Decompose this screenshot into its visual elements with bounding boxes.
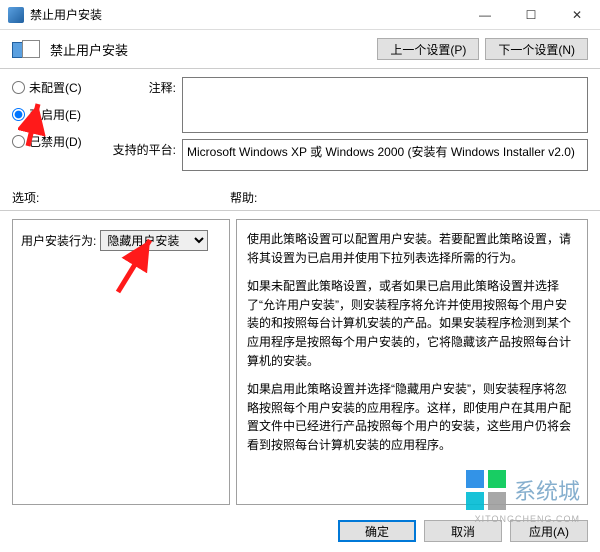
help-pane: 使用此策略设置可以配置用户安装。若要配置此策略设置，请将其设置为已启用并使用下拉… <box>236 219 588 505</box>
maximize-button[interactable]: ☐ <box>508 0 554 30</box>
minimize-button[interactable]: — <box>462 0 508 30</box>
watermark-logo <box>466 470 506 510</box>
close-button[interactable]: ✕ <box>554 0 600 30</box>
watermark-sub: XITONGCHENG.COM <box>475 514 580 524</box>
upper-section: 未配置(C) 已启用(E) 已禁用(D) 注释: 支持的平台: Microsof… <box>0 77 600 185</box>
radio-disabled-input[interactable] <box>12 135 25 148</box>
divider <box>0 210 600 211</box>
radio-disabled[interactable]: 已禁用(D) <box>12 133 112 150</box>
titlebar: 禁止用户安装 — ☐ ✕ <box>0 0 600 30</box>
behavior-select[interactable]: 隐藏用户安装 <box>100 230 208 251</box>
behavior-label: 用户安装行为: <box>21 232 96 249</box>
radio-not-configured-input[interactable] <box>12 81 25 94</box>
fields: 注释: 支持的平台: Microsoft Windows XP 或 Window… <box>112 77 588 177</box>
options-heading: 选项: <box>12 189 230 206</box>
divider <box>0 68 600 69</box>
state-radios: 未配置(C) 已启用(E) 已禁用(D) <box>12 77 112 177</box>
app-icon <box>8 7 24 23</box>
comment-input[interactable] <box>182 77 588 133</box>
watermark-text: 系统城 <box>514 474 580 506</box>
lower-section: 用户安装行为: 隐藏用户安装 使用此策略设置可以配置用户安装。若要配置此策略设置… <box>0 219 600 505</box>
radio-disabled-label: 已禁用(D) <box>29 133 82 150</box>
radio-enabled[interactable]: 已启用(E) <box>12 106 112 123</box>
radio-not-configured[interactable]: 未配置(C) <box>12 79 112 96</box>
platform-label: 支持的平台: <box>112 139 182 171</box>
comment-label: 注释: <box>112 77 182 133</box>
previous-setting-button[interactable]: 上一个设置(P) <box>377 38 479 60</box>
platform-value: Microsoft Windows XP 或 Windows 2000 (安装有… <box>182 139 588 171</box>
window-title: 禁止用户安装 <box>30 6 462 23</box>
radio-enabled-label: 已启用(E) <box>29 106 81 123</box>
radio-not-configured-label: 未配置(C) <box>29 79 82 96</box>
mid-labels: 选项: 帮助: <box>0 185 600 210</box>
help-paragraph: 如果启用此策略设置并选择“隐藏用户安装”，则安装程序将忽略按照每个用户安装的应用… <box>247 380 577 454</box>
watermark: 系统城 XITONGCHENG.COM <box>466 470 580 510</box>
next-setting-button[interactable]: 下一个设置(N) <box>485 38 588 60</box>
options-pane: 用户安装行为: 隐藏用户安装 <box>12 219 230 505</box>
ok-button[interactable]: 确定 <box>338 520 416 542</box>
page-title: 禁止用户安装 <box>50 40 371 59</box>
radio-enabled-input[interactable] <box>12 108 25 121</box>
policy-icon <box>12 40 44 58</box>
help-paragraph: 使用此策略设置可以配置用户安装。若要配置此策略设置，请将其设置为已启用并使用下拉… <box>247 230 577 267</box>
help-paragraph: 如果未配置此策略设置，或者如果已启用此策略设置并选择了“允许用户安装”，则安装程… <box>247 277 577 370</box>
help-heading: 帮助: <box>230 189 588 206</box>
header: 禁止用户安装 上一个设置(P) 下一个设置(N) <box>0 30 600 68</box>
